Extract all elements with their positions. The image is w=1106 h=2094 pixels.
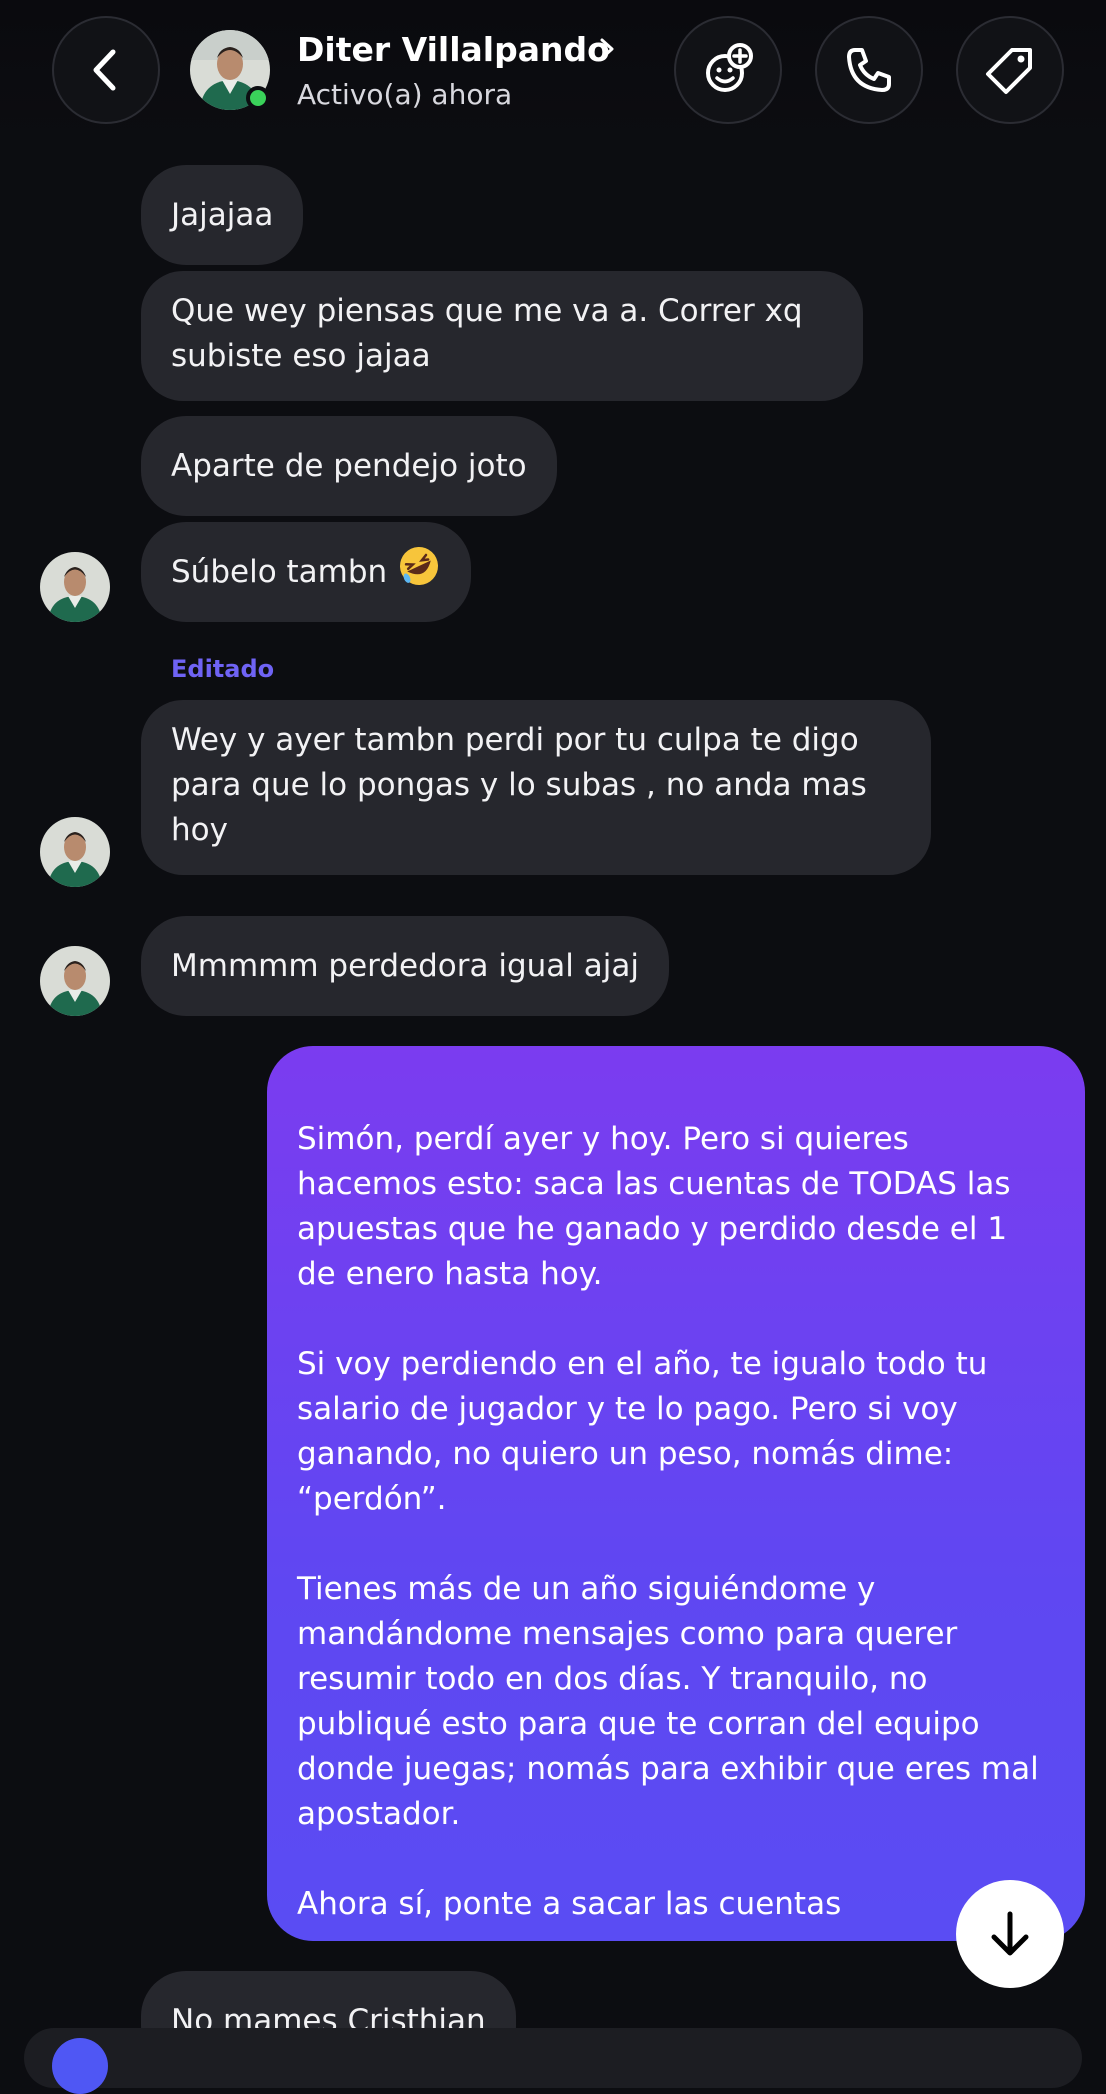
- message-bubble-incoming[interactable]: Que wey piensas que me va a. Correr xq s…: [141, 271, 863, 401]
- face-plus-icon: [706, 43, 753, 92]
- message-bubble-incoming[interactable]: Súbelo tambn: [141, 522, 472, 622]
- message-bubble-outgoing[interactable]: Simón, perdí ayer y hoy. Pero si quieres…: [267, 1046, 1085, 2016]
- scroll-to-bottom-button[interactable]: [956, 1880, 1064, 1988]
- contact-status: Activo(a) ahora: [297, 78, 513, 111]
- sender-avatar[interactable]: [40, 552, 110, 622]
- message-composer[interactable]: [24, 2028, 1082, 2088]
- chevron-right-icon[interactable]: [596, 34, 618, 64]
- arrow-down-icon: [991, 1911, 1029, 1956]
- contact-name[interactable]: Diter Villalpando: [297, 30, 610, 69]
- call-button[interactable]: [815, 16, 923, 124]
- message-bubble-incoming[interactable]: Aparte de pendejo joto: [141, 416, 557, 516]
- edited-label: Editado: [171, 655, 275, 683]
- online-status-dot: [246, 86, 270, 110]
- sender-avatar[interactable]: [40, 817, 110, 887]
- add-effects-button[interactable]: [674, 16, 782, 124]
- chevron-left-icon: [93, 49, 116, 91]
- back-button[interactable]: [52, 16, 160, 124]
- conversation-header: [0, 0, 1106, 140]
- tag-icon: [986, 48, 1032, 94]
- camera-button[interactable]: [52, 2038, 108, 2094]
- message-bubble-incoming[interactable]: Jajajaa: [141, 165, 304, 265]
- message-text: Simón, perdí ayer y hoy. Pero si quieres…: [297, 1121, 1039, 1922]
- rolling-laughing-emoji-icon: [397, 528, 441, 628]
- sender-avatar[interactable]: [40, 946, 110, 1016]
- message-bubble-incoming[interactable]: Mmmmm perdedora igual ajaj: [141, 916, 669, 1016]
- tag-button[interactable]: [956, 16, 1064, 124]
- message-bubble-incoming[interactable]: Wey y ayer tambn perdi por tu culpa te d…: [141, 700, 931, 875]
- message-text: Súbelo tambn: [171, 554, 388, 590]
- phone-icon: [847, 48, 891, 92]
